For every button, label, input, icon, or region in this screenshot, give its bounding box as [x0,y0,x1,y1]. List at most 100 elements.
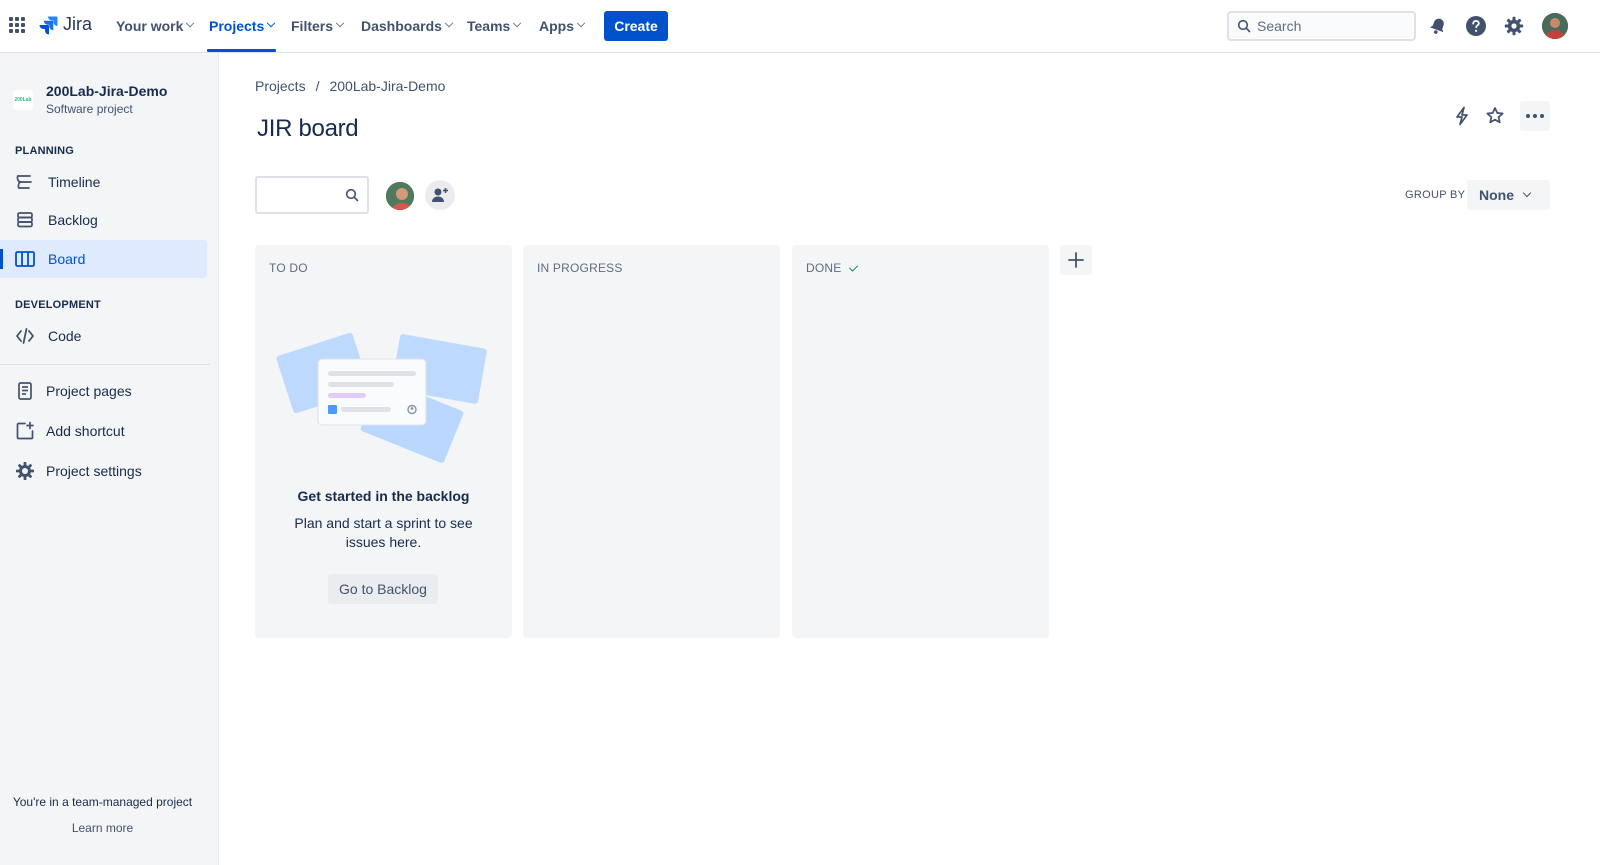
sidebar-item-label: Timeline [48,174,101,190]
chevron-down-icon [1522,188,1532,198]
empty-state-title: Get started in the backlog [297,488,470,504]
nav-projects[interactable]: Projects [206,0,277,52]
jira-logo-text: Jira [63,14,93,34]
help-icon[interactable] [1464,14,1488,38]
sidebar-item-project-settings[interactable]: Project settings [0,452,207,490]
nav-teams-label: Teams [467,18,511,34]
development-section-label: DEVELOPMENT [15,299,101,311]
bell-shape [1430,18,1444,34]
board-search[interactable] [255,176,369,214]
chevron-down-icon [267,18,276,28]
sidebar-item-label: Add shortcut [46,423,125,439]
chevron-down-icon [186,18,195,28]
nav-apps[interactable]: Apps [539,0,586,52]
sidebar-item-backlog[interactable]: Backlog [0,201,207,239]
automation-lightning-icon[interactable] [1447,101,1477,131]
empty-state-description: Plan and start a sprint to see issues he… [294,515,473,550]
plus-icon [1068,252,1084,268]
sidebar-item-label: Project settings [46,463,142,479]
jira-logo-icon [39,16,58,34]
column-header: TO DO [269,261,308,275]
global-search[interactable] [1227,11,1416,41]
add-person-shape [432,188,448,202]
sidebar-item-label: Project pages [46,383,132,399]
column-header: IN PROGRESS [537,261,623,275]
sidebar-item-add-shortcut[interactable]: Add shortcut [0,412,207,450]
star-icon[interactable] [1480,101,1510,131]
nav-dashboards-label: Dashboards [361,18,442,34]
column-title: TO DO [269,261,308,275]
nav-filters-label: Filters [291,18,334,34]
jira-logo[interactable]: Jira [38,14,92,35]
member-avatar[interactable] [384,180,416,212]
board-column-done: DONE [792,245,1049,638]
nav-apps-label: Apps [539,18,574,34]
board-column-in-progress: IN PROGRESS [523,245,780,638]
group-by-value: None [1479,187,1514,203]
ellipsis-shape [1526,114,1544,118]
nav-your-work-label: Your work [116,18,184,34]
sidebar-item-label: Backlog [48,212,98,228]
learn-more-link[interactable]: Learn more [0,821,205,835]
sidebar-item-label: Board [48,251,86,267]
add-column-button[interactable] [1060,245,1092,275]
help-shape [1466,16,1486,36]
breadcrumb: Projects / 200Lab-Jira-Demo [255,78,445,94]
column-title: DONE [806,261,842,275]
board-search-input[interactable] [263,186,343,202]
search-input[interactable] [1257,18,1407,34]
breadcrumb-separator: / [315,78,320,94]
go-to-backlog-button[interactable]: Go to Backlog [328,574,438,604]
project-sidebar: 200Lab 200Lab-Jira-Demo Software project… [0,53,219,865]
star-shape [1486,107,1504,124]
column-header: DONE [806,261,859,275]
sidebar-item-label: Code [48,328,82,344]
chevron-down-icon [335,18,345,28]
nav-projects-label: Projects [209,18,265,34]
more-actions-icon[interactable] [1520,101,1550,131]
avatar-shape [1542,13,1568,39]
app-switcher-icon[interactable] [9,17,25,33]
project-logo[interactable]: 200Lab [13,90,33,110]
nav-filters[interactable]: Filters [291,0,345,52]
page-icon [14,381,36,401]
gear-shape [1504,16,1524,36]
planning-section-label: PLANNING [15,145,75,157]
nav-teams[interactable]: Teams [467,0,522,52]
project-type: Software project [46,102,133,116]
board-column-todo: TO DO Get started in the backlog Plan an… [255,245,512,638]
chevron-down-icon [576,18,586,28]
group-by-label: GROUP BY [1405,189,1466,201]
team-managed-note: You're in a team-managed project [12,795,193,809]
check-icon [849,261,859,272]
create-button[interactable]: Create [604,11,668,41]
notifications-icon[interactable] [1426,14,1450,38]
nav-dashboards[interactable]: Dashboards [361,0,454,52]
lightning-shape [1456,106,1468,126]
nav-your-work[interactable]: Your work [116,0,195,52]
project-logo-text: 200Lab [14,97,32,103]
timeline-icon [14,172,36,192]
search-icon [1237,19,1251,33]
empty-board-illustration [276,332,487,463]
project-name[interactable]: 200Lab-Jira-Demo [46,83,167,99]
member-avatar-shape [386,182,414,210]
sidebar-item-code[interactable]: Code [0,317,207,355]
breadcrumb-project[interactable]: 200Lab-Jira-Demo [329,78,445,94]
add-shortcut-icon [14,421,36,441]
chevron-down-icon [513,18,522,28]
settings-gear-icon[interactable] [1502,14,1526,38]
chevron-down-icon [444,18,454,28]
search-icon [345,188,359,207]
sidebar-item-timeline[interactable]: Timeline [0,163,207,201]
top-navigation: Jira Your work Projects Filters Dashboar… [0,0,1600,53]
sidebar-item-board[interactable]: Board [0,240,207,278]
add-people-icon[interactable] [425,180,455,210]
user-avatar[interactable] [1542,13,1568,39]
gear-icon [14,461,36,481]
page-title: JIR board [257,115,359,142]
sidebar-item-project-pages[interactable]: Project pages [0,372,207,410]
group-by-dropdown[interactable]: None [1467,180,1550,210]
breadcrumb-projects[interactable]: Projects [255,78,306,94]
column-title: IN PROGRESS [537,261,623,275]
